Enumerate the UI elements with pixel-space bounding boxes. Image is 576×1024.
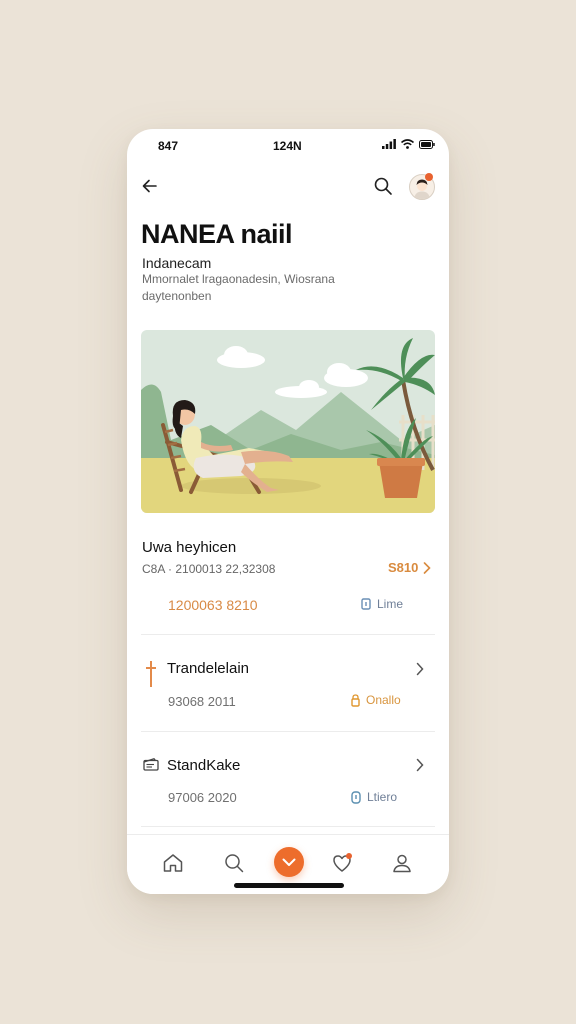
- home-indicator[interactable]: [234, 883, 344, 888]
- status-icons: [382, 138, 435, 152]
- divider: [141, 634, 435, 635]
- row-title: StandKake: [167, 757, 241, 774]
- chevron-down-icon[interactable]: [274, 847, 304, 877]
- battery-icon: [419, 138, 435, 152]
- summary-amount: 1200063 8210: [168, 597, 258, 613]
- row-tag: Ltiero: [351, 790, 397, 804]
- row-tag-label: Onallo: [366, 693, 401, 707]
- signal-icon: [382, 138, 396, 152]
- row-tag-label: Ltiero: [367, 790, 398, 804]
- page-title: NANEA naiil: [141, 219, 293, 249]
- hero-illustration: [141, 330, 435, 513]
- section-subtext: C8A · 2100013 22,32308: [142, 562, 276, 576]
- chevron-right-icon: [416, 758, 424, 772]
- summary-tag-label: Lime: [377, 597, 404, 611]
- tag-icon: [351, 790, 361, 804]
- search-icon[interactable]: [222, 851, 246, 875]
- status-bar: 847 124N: [127, 129, 449, 163]
- heart-icon[interactable]: [330, 851, 354, 875]
- status-time-center: 124N: [273, 139, 302, 153]
- section-title: Uwa heyhicen: [142, 539, 237, 556]
- wallet-icon: [143, 758, 159, 776]
- search-icon[interactable]: [373, 176, 393, 196]
- section-link[interactable]: S810: [388, 560, 432, 575]
- status-time-left: 847: [158, 139, 179, 153]
- divider: [141, 731, 435, 732]
- divider: [141, 826, 435, 827]
- page-subtitle: Indanecam: [142, 255, 212, 271]
- pin-icon: [145, 659, 157, 694]
- row-title: Trandelelain: [167, 660, 249, 677]
- chevron-right-icon: [424, 561, 432, 574]
- summary-tag: Lime: [361, 597, 403, 611]
- row-tag: Onallo: [351, 693, 401, 707]
- home-icon[interactable]: [161, 851, 185, 875]
- chevron-right-icon: [416, 662, 424, 676]
- wifi-icon: [400, 138, 415, 152]
- profile-icon[interactable]: [390, 851, 414, 875]
- lock-icon: [351, 693, 360, 707]
- row-value: 97006 2020: [168, 790, 237, 805]
- phone-screen: 847 124N NANEA naiil Indanecam Mmornalet…: [127, 129, 449, 894]
- tag-icon: [361, 598, 371, 610]
- page-description: Mmornalet lragaonadesin, Wiosrana dayten…: [142, 272, 335, 303]
- back-arrow-icon[interactable]: [141, 177, 159, 195]
- row-value: 93068 2011: [168, 694, 236, 709]
- section-link-label: S810: [388, 560, 419, 575]
- notification-dot: [425, 173, 433, 181]
